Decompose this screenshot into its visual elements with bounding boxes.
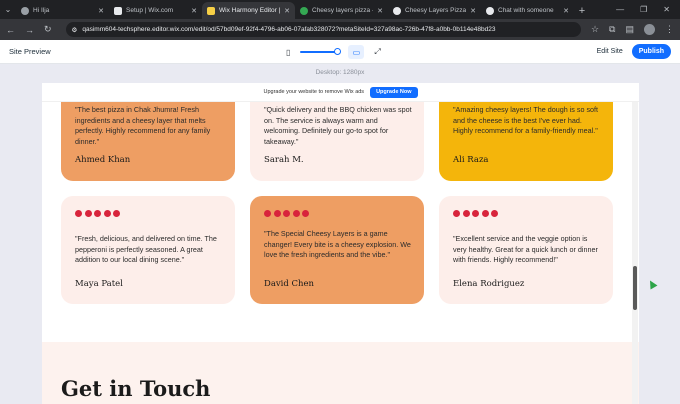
address-bar: ← → ↻ ⚙ qasimm604-techsphere.editor.wix.…: [0, 19, 680, 40]
star-icon: [472, 210, 479, 217]
star-icon: [292, 210, 300, 217]
github-icon: [21, 6, 29, 15]
testimonial-quote: "Excellent service and the veggie option…: [453, 234, 598, 264]
width-slider[interactable]: [300, 48, 342, 55]
rating-stars: [75, 210, 120, 217]
edit-site-button[interactable]: Edit Site: [597, 48, 623, 55]
star-icon: [84, 210, 92, 217]
forward-icon[interactable]: →: [25, 25, 34, 35]
profile-avatar[interactable]: [644, 24, 655, 35]
wix-preview-toolbar: Site Preview ▯ ▭ ⤢ Edit Site Publish: [0, 40, 680, 64]
extensions-icon[interactable]: ⧉: [609, 24, 615, 35]
reload-icon[interactable]: ↻: [44, 24, 52, 35]
testimonial-card-maya: "Fresh, delicious, and delivered on time…: [61, 196, 235, 304]
upgrade-now-button[interactable]: Upgrade Now: [370, 86, 418, 98]
testimonial-author: Sarah M.: [264, 155, 304, 165]
back-icon[interactable]: ←: [6, 25, 15, 35]
menu-icon[interactable]: ⋮: [665, 24, 674, 35]
rating-stars: [264, 210, 309, 217]
preview-scrollbar-thumb[interactable]: [633, 266, 637, 310]
star-icon: [75, 210, 82, 217]
chat-icon: [486, 6, 494, 15]
testimonial-quote: "Quick delivery and the BBQ chicken was …: [264, 105, 412, 146]
star-icon: [283, 210, 290, 217]
star-icon: [113, 210, 120, 217]
minimize-icon[interactable]: —: [616, 5, 624, 14]
testimonial-author: David Chen: [264, 279, 315, 289]
testimonial-author: Ali Raza: [453, 155, 489, 165]
testimonial-author: Maya Patel: [75, 279, 123, 289]
star-icon: [103, 210, 111, 217]
tab-3[interactable]: Cheesy layers pizza - Go✕: [295, 2, 388, 19]
google-icon: [393, 6, 401, 15]
new-tab-icon[interactable]: +: [574, 2, 590, 19]
testimonial-quote: "Amazing cheesy layers! The dough is so …: [453, 105, 599, 135]
testimonial-author: Elena Rodriguez: [453, 279, 525, 289]
maps-pin-icon: [300, 6, 308, 15]
rating-stars: [453, 210, 498, 217]
contact-heading: Get in Touch: [61, 376, 211, 401]
wix-icon: [114, 6, 122, 15]
site-preview-title: Site Preview: [9, 47, 51, 56]
ad-text: Upgrade your website to remove Wix ads: [263, 89, 365, 95]
tab-4[interactable]: Cheesy Layers Pizza | Go✕: [388, 2, 481, 19]
star-icon: [453, 210, 460, 217]
star-icon: [273, 210, 281, 217]
site-page: Upgrade your website to remove Wix ads U…: [42, 83, 639, 404]
window-close-icon[interactable]: ✕: [663, 5, 670, 14]
testimonial-author: Ahmed Khan: [75, 155, 131, 165]
star-icon: [94, 210, 101, 217]
testimonial-card-elena: "Excellent service and the veggie option…: [439, 196, 613, 304]
sidebar-icon[interactable]: ▤: [625, 24, 634, 35]
tab-5[interactable]: Chat with someone ✕: [481, 2, 574, 19]
url-field[interactable]: ⚙ qasimm604-techsphere.editor.wix.com/ed…: [65, 22, 581, 37]
star-icon: [491, 210, 498, 217]
close-icon[interactable]: ✕: [191, 7, 197, 15]
tab-1[interactable]: Setup | Wix.com ✕: [109, 2, 202, 19]
desktop-width-label: Desktop: 1280px: [315, 69, 365, 76]
contact-section: Get in Touch: [42, 342, 639, 404]
close-icon[interactable]: ✕: [284, 7, 290, 15]
star-icon: [462, 210, 470, 217]
star-icon: [481, 210, 489, 217]
close-icon[interactable]: ✕: [563, 7, 569, 15]
maximize-icon[interactable]: ❐: [640, 5, 647, 14]
site-info-icon[interactable]: ⚙: [72, 26, 78, 34]
testimonial-quote: "Fresh, delicious, and delivered on time…: [75, 234, 217, 264]
star-icon: [264, 210, 271, 217]
testimonial-quote: "The Special Cheesy Layers is a game cha…: [264, 229, 411, 259]
testimonial-quote: "The best pizza in Chak Jhumra! Fresh in…: [75, 105, 211, 146]
star-icon: [302, 210, 309, 217]
bookmark-star-icon[interactable]: ☆: [591, 24, 599, 35]
tab-0[interactable]: Hi Ilja ✕: [16, 2, 109, 19]
preview-scrollbar-track[interactable]: [632, 83, 638, 404]
tab-search-icon[interactable]: ⌄: [0, 0, 16, 19]
mobile-device-icon[interactable]: ▯: [286, 48, 290, 57]
publish-button[interactable]: Publish: [631, 44, 671, 59]
close-icon[interactable]: ✕: [377, 7, 383, 15]
wix-ad-banner: Upgrade your website to remove Wix ads U…: [42, 83, 639, 102]
slider-knob[interactable]: [334, 48, 342, 55]
testimonial-card-david: "The Special Cheesy Layers is a game cha…: [250, 196, 424, 304]
close-icon[interactable]: ✕: [470, 7, 476, 15]
fullscreen-icon[interactable]: ⤢: [374, 47, 380, 57]
desktop-device-icon[interactable]: ▭: [348, 45, 365, 59]
url-text: qasimm604-techsphere.editor.wix.com/edit…: [82, 26, 496, 33]
tab-2[interactable]: Wix Harmony Editor | Te✕: [202, 2, 295, 19]
wix-icon: [207, 6, 215, 15]
browser-tab-bar: ⌄ Hi Ilja ✕ Setup | Wix.com ✕ Wix Harmony …: [0, 0, 680, 19]
close-icon[interactable]: ✕: [98, 7, 104, 15]
